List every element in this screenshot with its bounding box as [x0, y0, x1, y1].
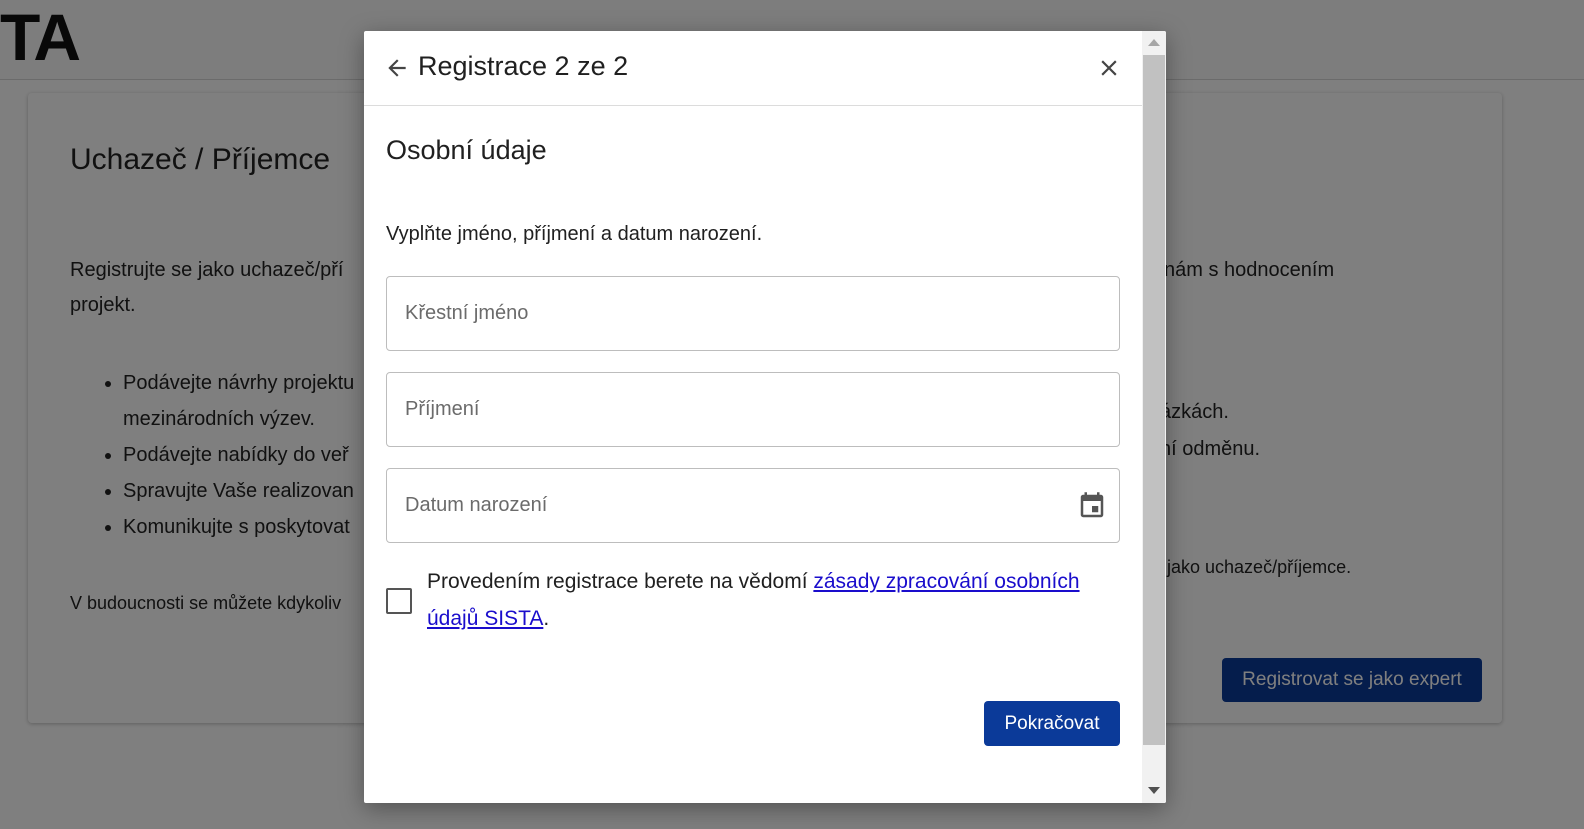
registration-dialog: Registrace 2 ze 2 Osobní údaje Vyplňte j…	[364, 31, 1166, 803]
birth-date-field	[386, 468, 1120, 543]
birth-date-input[interactable]	[387, 469, 1119, 542]
close-icon[interactable]	[1096, 55, 1122, 81]
scrollbar-thumb[interactable]	[1143, 55, 1165, 745]
last-name-input[interactable]	[387, 373, 1119, 446]
scroll-down-arrow-icon[interactable]	[1148, 787, 1160, 794]
first-name-field	[386, 276, 1120, 351]
instructions-text: Vyplňte jméno, příjmení a datum narození…	[386, 223, 763, 245]
consent-text-before: Provedením registrace berete na vědomí	[427, 570, 814, 593]
dialog-header: Registrace 2 ze 2	[364, 31, 1142, 106]
last-name-field	[386, 372, 1120, 447]
consent-checkbox[interactable]	[386, 588, 412, 614]
dialog-scrollbar[interactable]	[1142, 31, 1166, 803]
consent-text: Provedením registrace berete na vědomí z…	[427, 563, 1117, 637]
first-name-input[interactable]	[387, 277, 1119, 350]
section-title: Osobní údaje	[386, 135, 547, 165]
scroll-up-arrow-icon[interactable]	[1148, 39, 1160, 46]
dialog-title: Registrace 2 ze 2	[418, 51, 629, 81]
arrow-left-icon[interactable]	[384, 55, 410, 81]
continue-button[interactable]: Pokračovat	[984, 701, 1120, 746]
calendar-icon[interactable]	[1077, 491, 1107, 521]
consent-text-after: .	[543, 607, 550, 630]
